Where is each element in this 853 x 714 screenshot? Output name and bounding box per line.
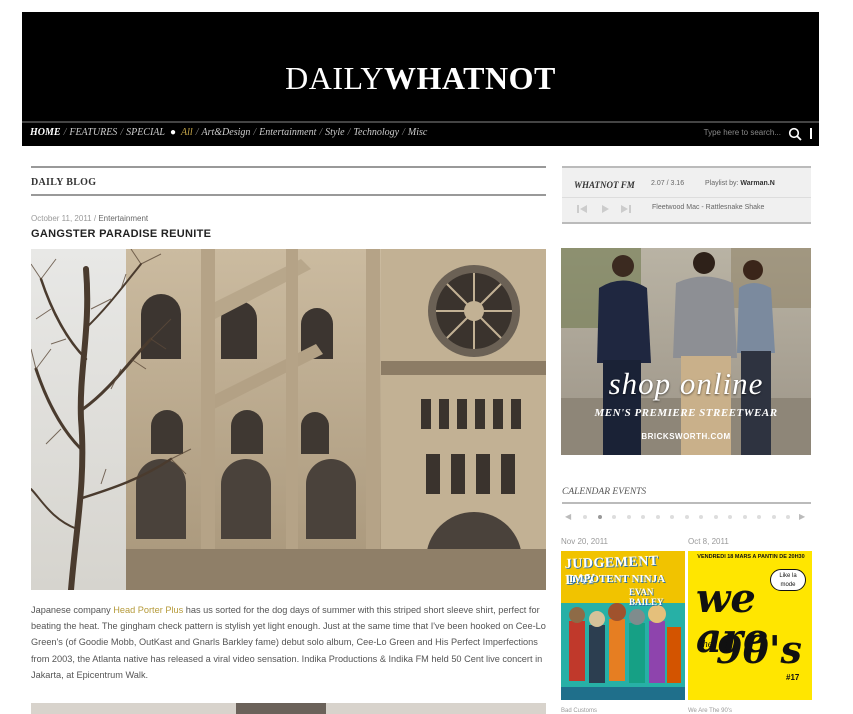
nav-separator: / — [63, 127, 67, 138]
pager-dot[interactable] — [742, 515, 747, 519]
nav-separator: / — [120, 127, 124, 138]
poster-line-2: IMPOTENT NINJA — [569, 573, 666, 585]
poster-the-text: the — [700, 639, 713, 650]
pager-prev-icon[interactable]: ◀ — [565, 512, 571, 522]
church-photo — [31, 249, 546, 590]
radio-track-name: Fleetwood Mac - Rattlesnake Shake — [652, 204, 765, 211]
radio-time: 2.07 / 3.16 — [651, 180, 685, 187]
post-category[interactable]: Entertainment — [98, 214, 148, 223]
pager-dot[interactable] — [786, 515, 790, 519]
search-icon[interactable] — [788, 127, 802, 141]
post-excerpt: Japanese company Head Porter Plus has us… — [31, 602, 551, 683]
main-nav: HOME / FEATURES / SPECIAL ● All / Art&Design / Ent… — [22, 121, 819, 146]
blog-section-header: DAILY BLOG — [31, 166, 546, 196]
search-input[interactable]: Type here to search... — [704, 128, 781, 137]
pager-next-icon[interactable]: ▶ — [799, 512, 805, 522]
nav-item-home[interactable]: HOME — [30, 127, 61, 138]
next-post-image-dark-area — [236, 703, 326, 714]
post-image[interactable] — [31, 249, 546, 590]
next-post-image-preview[interactable] — [31, 703, 546, 714]
previous-track-icon[interactable] — [576, 203, 588, 215]
event-poster-judgement-day[interactable]: JUDGEMENT DAY IMPOTENT NINJA EVAN BAILEY — [561, 551, 685, 700]
pager-dot[interactable] — [728, 515, 732, 519]
radio-player: WHATNOT FM 2.07 / 3.16 Playlist by: Warm… — [562, 166, 811, 224]
ad-photo — [561, 248, 811, 455]
pager-dot[interactable] — [713, 515, 718, 519]
post-link[interactable]: Head Porter Plus — [113, 605, 183, 615]
nav-separator: / — [319, 127, 323, 138]
play-icon[interactable] — [599, 203, 611, 215]
ad-headline: shop online — [608, 366, 764, 401]
event-poster-we-are-the-90s[interactable]: VENDREDI 18 MARS A PANTIN DE 20H30 Like … — [688, 551, 812, 700]
poster-line-3: EVAN BAILEY — [629, 587, 664, 607]
nav-bullet: ● — [169, 127, 177, 138]
radio-title: WHATNOT FM — [574, 180, 635, 190]
pager-dot[interactable] — [612, 515, 616, 519]
site-header: DAILYWHATNOT — [22, 12, 819, 122]
event-date: Nov 20, 2011 — [561, 537, 608, 546]
radio-divider — [562, 197, 811, 198]
poster-90s-text: 90's — [716, 627, 802, 672]
pager-dot[interactable] — [655, 515, 660, 519]
nav-item-style[interactable]: Style — [325, 127, 344, 138]
nav-item-features[interactable]: FEATURES — [69, 127, 117, 138]
pager-dot[interactable] — [583, 515, 587, 519]
logo-bold-text: WHATNOT — [384, 60, 556, 96]
event-date: Oct 8, 2011 — [688, 537, 729, 546]
next-track-icon[interactable] — [620, 203, 632, 215]
pager-dot[interactable] — [699, 515, 703, 519]
calendar-pager: ◀ ▶ — [563, 512, 811, 522]
radio-playlist-author[interactable]: Warman.N — [740, 180, 774, 187]
poster-top-text: VENDREDI 18 MARS A PANTIN DE 20H30 — [697, 554, 805, 560]
pager-dot[interactable] — [771, 515, 776, 519]
nav-item-misc[interactable]: Misc — [408, 127, 427, 138]
event-title[interactable]: Bad Customs — [561, 708, 597, 714]
nav-item-technology[interactable]: Technology — [353, 127, 399, 138]
event-title[interactable]: We Are The 90's — [688, 708, 732, 714]
nav-item-all[interactable]: All — [181, 127, 193, 138]
post-title[interactable]: GANGSTER PARADISE REUNITE — [31, 228, 211, 240]
nav-separator: / — [347, 127, 351, 138]
radio-playlist: Playlist by: Warman.N — [705, 180, 775, 187]
nav-separator: / — [195, 127, 199, 138]
pager-dot[interactable] — [641, 515, 645, 519]
nav-end-marker — [810, 128, 812, 139]
nav-separator: / — [253, 127, 257, 138]
nav-links: HOME / FEATURES / SPECIAL ● All / Art&Design / Ent… — [30, 127, 427, 138]
post-text-start: Japanese company — [31, 605, 114, 615]
blog-section-title: DAILY BLOG — [31, 177, 97, 188]
ad-banner[interactable]: shop online MEN'S PREMIERE STREETWEAR BR… — [561, 248, 811, 455]
nav-item-entertainment[interactable]: Entertainment — [259, 127, 316, 138]
radio-playlist-label: Playlist by: — [705, 180, 739, 187]
poster-number: #17 — [786, 673, 800, 682]
nav-item-art-design[interactable]: Art&Design — [201, 127, 250, 138]
pager-dot[interactable] — [597, 515, 602, 519]
post-meta: October 11, 2011 / Entertainment — [31, 214, 148, 223]
calendar-header: CALENDAR EVENTS — [562, 481, 811, 504]
pager-dot[interactable] — [757, 515, 761, 519]
post-date: October 11, 2011 — [31, 214, 92, 223]
ad-url: BRICKSWORTH.COM — [641, 432, 731, 441]
pager-dot[interactable] — [626, 515, 631, 519]
site-logo[interactable]: DAILYWHATNOT — [22, 60, 819, 96]
ad-subline: MEN'S PREMIERE STREETWEAR — [594, 407, 778, 419]
nav-item-special[interactable]: SPECIAL — [126, 127, 165, 138]
logo-light-text: DAILY — [285, 60, 384, 96]
post-text-rest: has us sorted for the dog days of summer… — [31, 605, 546, 680]
pager-dot[interactable] — [684, 515, 689, 519]
nav-separator: / — [402, 127, 405, 138]
calendar-title: CALENDAR EVENTS — [562, 487, 647, 497]
pager-dot[interactable] — [670, 515, 674, 519]
